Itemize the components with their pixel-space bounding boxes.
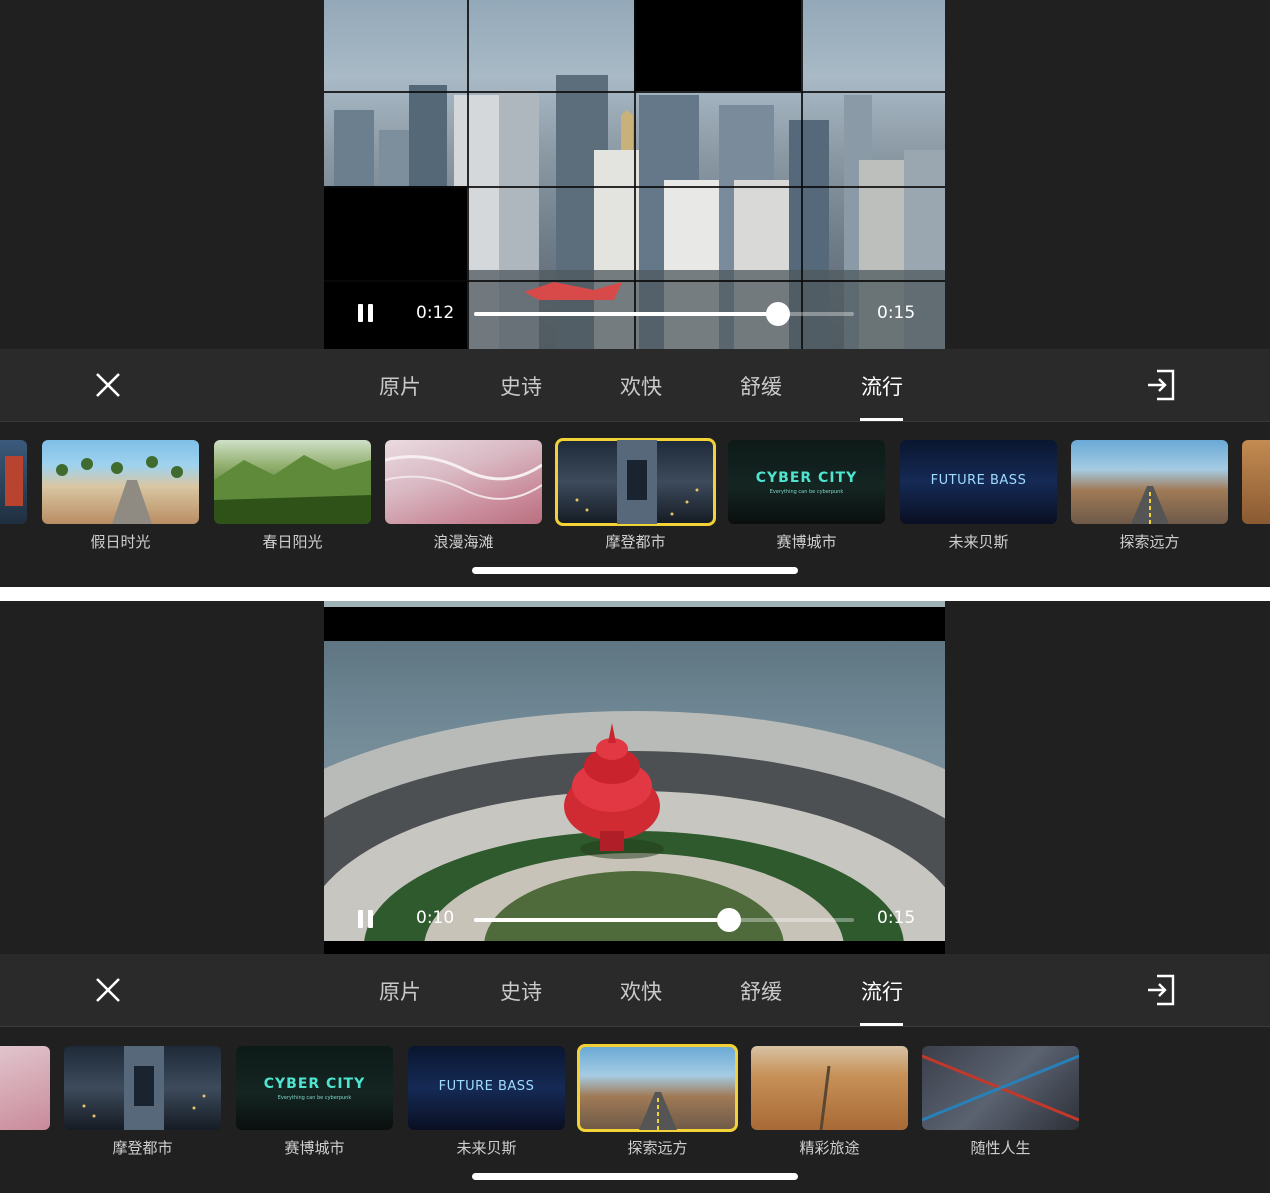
theme-label: 探索远方 [627, 1139, 688, 1157]
tab-soothing[interactable]: 舒缓 [740, 976, 782, 1006]
tab-original[interactable]: 原片 [379, 371, 421, 401]
theme-card[interactable]: FUTURE BASS [408, 1046, 565, 1130]
theme-label: 赛博城市 [776, 533, 837, 551]
plaza-frame [324, 641, 945, 941]
seek-bar-fill [474, 918, 729, 922]
theme-label: 未来贝斯 [948, 533, 1009, 551]
theme-label: 摩登都市 [605, 533, 666, 551]
style-tab-bar: 原片 史诗 欢快 舒缓 流行 [0, 954, 1270, 1027]
tab-pop[interactable]: 流行 [861, 371, 903, 401]
tab-epic[interactable]: 史诗 [500, 976, 542, 1006]
exit-icon[interactable] [1146, 974, 1176, 1006]
home-indicator [472, 1173, 798, 1180]
seek-bar-handle[interactable] [766, 302, 790, 326]
theme-card-selected[interactable] [555, 438, 716, 526]
active-tab-indicator [860, 1023, 903, 1026]
exit-icon[interactable] [1146, 369, 1176, 401]
theme-label: 未来贝斯 [456, 1139, 517, 1157]
seek-bar[interactable] [474, 302, 854, 326]
thumb-title: FUTURE BASS [438, 1079, 535, 1094]
theme-card[interactable]: CYBER CITY Everything can be cyberpunk [236, 1046, 393, 1130]
theme-label: 春日阳光 [262, 533, 323, 551]
tab-original[interactable]: 原片 [379, 976, 421, 1006]
grid-line [324, 91, 945, 93]
thumb-title: FUTURE BASS [930, 473, 1027, 488]
total-time: 0:15 [877, 303, 916, 323]
theme-card[interactable] [214, 440, 371, 524]
close-icon[interactable] [94, 976, 122, 1004]
theme-card[interactable]: FUTURE BASS [900, 440, 1057, 524]
theme-card-partial[interactable] [0, 1046, 50, 1130]
theme-label: 浪漫海滩 [433, 533, 494, 551]
theme-label: 精彩旅途 [799, 1139, 860, 1157]
theme-label: 探索远方 [1119, 533, 1180, 551]
theme-card-partial[interactable] [1242, 440, 1270, 524]
theme-label: 赛博城市 [284, 1139, 345, 1157]
theme-label: 随性人生 [970, 1139, 1031, 1157]
theme-card[interactable] [385, 440, 542, 524]
theme-card-partial[interactable] [0, 440, 27, 524]
current-time: 0:12 [416, 303, 455, 323]
seek-bar-fill [474, 312, 778, 316]
transition-tile [324, 186, 467, 349]
seek-bar[interactable] [474, 908, 854, 932]
tab-pop[interactable]: 流行 [861, 976, 903, 1006]
theme-card[interactable]: CYBER CITY Everything can be cyberpunk [728, 440, 885, 524]
grid-line [467, 0, 469, 349]
theme-card-selected[interactable] [577, 1044, 738, 1132]
theme-label: 假日时光 [90, 533, 151, 551]
close-icon[interactable] [94, 371, 122, 399]
may-wind-sculpture [564, 723, 664, 859]
transition-tile [634, 0, 801, 91]
current-time: 0:10 [416, 908, 455, 928]
grid-line [801, 0, 803, 349]
video-preview[interactable]: 0:12 0:15 [324, 0, 945, 349]
theme-card[interactable] [64, 1046, 221, 1130]
theme-card[interactable] [1071, 440, 1228, 524]
thumb-subtitle: Everything can be cyberpunk [769, 489, 844, 495]
thumb-subtitle: Everything can be cyberpunk [277, 1095, 352, 1101]
tab-epic[interactable]: 史诗 [500, 371, 542, 401]
theme-card[interactable] [42, 440, 199, 524]
active-tab-indicator [860, 418, 903, 421]
theme-label: 摩登都市 [112, 1139, 173, 1157]
editor-screen-2: 0:10 0:15 原片 史诗 欢快 舒缓 流行 摩登都市 CYBER CITY [0, 601, 1270, 1193]
tab-soothing[interactable]: 舒缓 [740, 371, 782, 401]
total-time: 0:15 [877, 908, 916, 928]
editor-screen-1: 0:12 0:15 原片 史诗 欢快 舒缓 流行 假日时光 春日阳光 浪漫海滩 … [0, 0, 1270, 587]
tab-cheerful[interactable]: 欢快 [620, 371, 662, 401]
pause-icon[interactable] [358, 910, 376, 928]
pause-icon[interactable] [358, 304, 376, 322]
video-preview[interactable]: 0:10 0:15 [324, 601, 945, 954]
grid-line [324, 280, 945, 282]
thumb-title: CYBER CITY [755, 470, 858, 486]
tab-cheerful[interactable]: 欢快 [620, 976, 662, 1006]
grid-line [324, 186, 945, 188]
home-indicator [472, 567, 798, 574]
theme-card[interactable] [751, 1046, 908, 1130]
seek-bar-handle[interactable] [716, 908, 741, 932]
style-tab-bar: 原片 史诗 欢快 舒缓 流行 [0, 349, 1270, 422]
grid-line [634, 0, 636, 349]
theme-card[interactable] [922, 1046, 1079, 1130]
thumb-title: CYBER CITY [263, 1076, 366, 1092]
previous-frame-edge [324, 601, 945, 607]
